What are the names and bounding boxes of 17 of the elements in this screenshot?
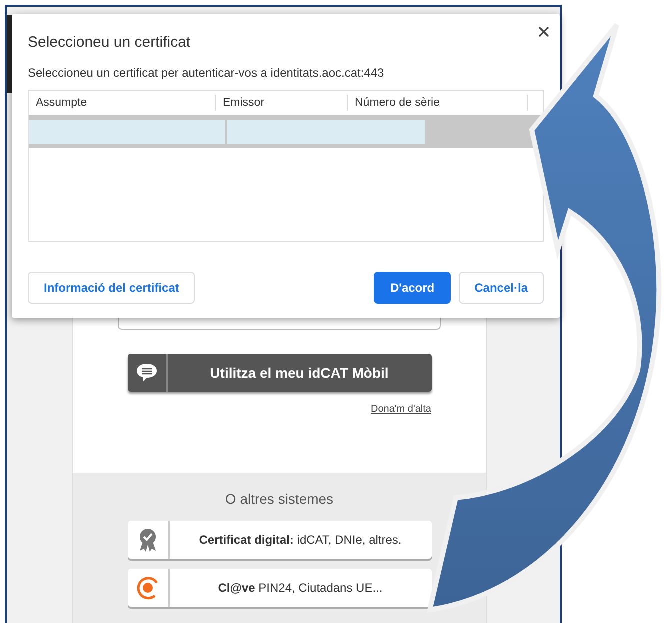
ok-button[interactable]: D'acord bbox=[374, 272, 451, 304]
certificate-info-button[interactable]: Informació del certificat bbox=[28, 272, 196, 304]
column-header[interactable]: Número de sèrie bbox=[348, 95, 528, 111]
login-option-button[interactable]: Certificat digital: idCAT, DNIe, altres. bbox=[128, 521, 432, 559]
chat-bubble-icon bbox=[134, 361, 158, 385]
dialog-message: Seleccioneu un certificat per autenticar-vos a identitats.aoc.cat:443 bbox=[28, 66, 386, 80]
table-row[interactable] bbox=[29, 115, 543, 148]
column-header[interactable]: Emissor bbox=[216, 95, 348, 111]
close-button[interactable] bbox=[536, 24, 552, 40]
at-sign-icon bbox=[134, 575, 160, 601]
login-option-button[interactable]: Cl@ve PIN24, Ciutadans UE... bbox=[128, 569, 432, 607]
cancel-button[interactable]: Cancel·la bbox=[458, 272, 544, 304]
signup-link[interactable]: Dona'm d'alta bbox=[370, 404, 432, 415]
dialog-title: Seleccioneu un certificat bbox=[28, 34, 191, 51]
mobile-login-button[interactable]: Utilitza el meu idCAT Mòbil bbox=[128, 354, 432, 392]
column-header[interactable]: Assumpte bbox=[29, 95, 216, 111]
section-title: O altres sistemes bbox=[225, 491, 334, 507]
